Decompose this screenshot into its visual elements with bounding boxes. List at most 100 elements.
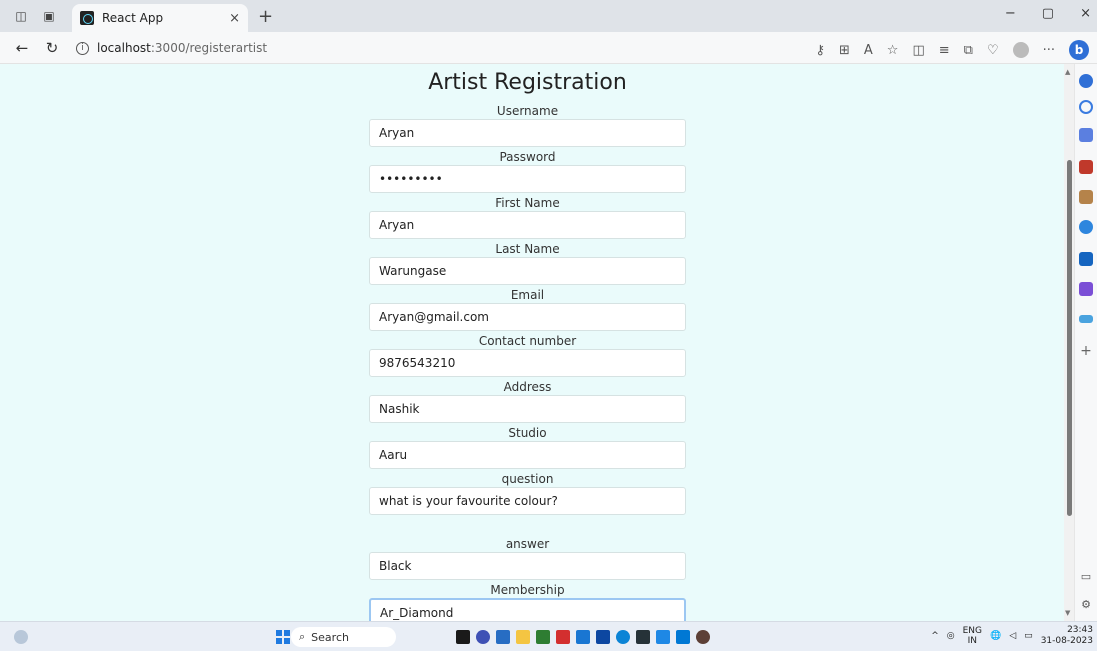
favorites-list-icon[interactable]: ≡ bbox=[939, 43, 950, 58]
drop-icon[interactable] bbox=[1079, 315, 1093, 323]
contact-number-label: Contact number bbox=[478, 334, 577, 348]
task-view-icon[interactable] bbox=[456, 630, 470, 644]
navigation-bar: ← ↻ i localhost:3000/registerartist ⚷ ⊞ … bbox=[0, 32, 1097, 64]
language-indicator[interactable]: ENG IN bbox=[963, 626, 982, 646]
title-bar: ◫ ▣ React App × + − ▢ × bbox=[0, 0, 1097, 32]
mcafee-icon[interactable] bbox=[556, 630, 570, 644]
react-favicon-icon bbox=[80, 11, 94, 25]
microsoft-365-icon[interactable] bbox=[1079, 220, 1093, 234]
notifications-icon[interactable] bbox=[1079, 74, 1093, 88]
app-dark-icon[interactable] bbox=[636, 630, 650, 644]
scrollbar-thumb[interactable] bbox=[1067, 160, 1072, 516]
search-icon[interactable] bbox=[1079, 100, 1093, 114]
address-label: Address bbox=[503, 380, 552, 394]
scroll-down-icon[interactable]: ▼ bbox=[1065, 609, 1070, 617]
minimize-button[interactable]: − bbox=[1005, 6, 1016, 21]
page-title: Artist Registration bbox=[428, 70, 627, 95]
question-label: question bbox=[501, 472, 554, 486]
answer-input[interactable]: Black bbox=[369, 552, 686, 580]
volume-icon[interactable]: ◁ bbox=[1009, 631, 1016, 641]
collections-icon[interactable]: ⧉ bbox=[964, 43, 973, 58]
page-scrollbar[interactable]: ▲ ▼ bbox=[1064, 64, 1074, 621]
contact-number-input[interactable]: 9876543210 bbox=[369, 349, 686, 377]
question-select[interactable]: what is your favourite colour? bbox=[369, 487, 686, 515]
tray-chevron-icon[interactable]: ^ bbox=[931, 631, 939, 641]
sidebar-layout-icon[interactable]: ▭ bbox=[1079, 570, 1093, 584]
toolbar-actions: ⚷ ⊞ A ☆ ◫ ≡ ⧉ ♡ ··· b bbox=[815, 40, 1089, 60]
battery-icon[interactable]: ▭ bbox=[1024, 631, 1033, 641]
app-grid-icon[interactable]: ⊞ bbox=[839, 43, 850, 58]
tab-react-app[interactable]: React App × bbox=[72, 4, 248, 32]
tab-close-button[interactable]: × bbox=[229, 11, 240, 26]
membership-label: Membership bbox=[490, 583, 565, 597]
more-menu-button[interactable]: ··· bbox=[1043, 43, 1055, 58]
studio-input[interactable]: Aaru bbox=[369, 441, 686, 469]
network-icon[interactable]: 🌐 bbox=[990, 631, 1001, 641]
first-name-label: First Name bbox=[495, 196, 560, 210]
split-screen-icon[interactable]: ◫ bbox=[912, 43, 924, 58]
shopping-icon[interactable] bbox=[1079, 160, 1093, 174]
close-window-button[interactable]: × bbox=[1080, 6, 1091, 21]
lang-top: ENG bbox=[962, 626, 983, 636]
vscode-icon[interactable] bbox=[676, 630, 690, 644]
scroll-up-icon[interactable]: ▲ bbox=[1065, 68, 1070, 76]
lang-bottom: IN bbox=[967, 636, 978, 646]
chat-icon[interactable] bbox=[476, 630, 490, 644]
favorite-star-icon[interactable]: ☆ bbox=[887, 43, 899, 58]
membership-input[interactable]: Ar_Diamond bbox=[369, 598, 686, 621]
username-label: Username bbox=[496, 104, 559, 118]
clock[interactable]: 23:43 31-08-2023 bbox=[1041, 625, 1093, 647]
refresh-icon[interactable]: ↻ bbox=[44, 39, 60, 57]
taskbar-search[interactable]: ⌕ Search bbox=[291, 627, 396, 647]
r-studio-icon[interactable] bbox=[496, 630, 510, 644]
address-bar[interactable]: i localhost:3000/registerartist bbox=[76, 36, 776, 60]
workspaces-icon[interactable]: ◫ bbox=[14, 9, 28, 23]
tray-app-icon[interactable]: ◎ bbox=[947, 631, 955, 641]
outlook-icon[interactable] bbox=[1079, 252, 1093, 266]
studio-label: Studio bbox=[508, 426, 547, 440]
clock-time: 23:43 bbox=[1067, 625, 1093, 635]
weather-icon[interactable] bbox=[14, 630, 28, 644]
password-key-icon[interactable]: ⚷ bbox=[815, 43, 825, 58]
app-brown-icon[interactable] bbox=[696, 630, 710, 644]
search-glass-icon: ⌕ bbox=[299, 630, 306, 643]
read-aloud-icon[interactable]: A bbox=[864, 43, 873, 58]
word-icon[interactable] bbox=[656, 630, 670, 644]
email-label: Email bbox=[510, 288, 545, 302]
tab-actions-icon[interactable]: ▣ bbox=[42, 9, 56, 23]
edge-icon[interactable] bbox=[616, 630, 630, 644]
system-tray: ^ ◎ ENG IN 🌐 ◁ ▭ 23:43 31-08-2023 bbox=[931, 625, 1093, 647]
password-input[interactable]: ••••••••• bbox=[369, 165, 686, 193]
app-blue-icon[interactable] bbox=[576, 630, 590, 644]
last-name-input[interactable]: Warungase bbox=[369, 257, 686, 285]
clock-date: 31-08-2023 bbox=[1040, 636, 1093, 646]
people-icon[interactable] bbox=[1079, 190, 1093, 204]
windows-start-icon[interactable] bbox=[276, 630, 290, 644]
designer-icon[interactable] bbox=[1079, 282, 1093, 296]
url-path: :3000/registerartist bbox=[150, 41, 268, 55]
tag-icon[interactable] bbox=[1079, 128, 1093, 142]
url-host: localhost bbox=[97, 41, 151, 55]
restore-button[interactable]: ▢ bbox=[1042, 6, 1054, 21]
edge-sidebar: + ▭ ⚙ bbox=[1074, 64, 1097, 621]
profile-avatar[interactable] bbox=[1012, 42, 1029, 58]
settings-gear-icon[interactable]: ⚙ bbox=[1079, 598, 1093, 612]
back-arrow-icon[interactable]: ← bbox=[14, 39, 30, 57]
store-icon[interactable] bbox=[596, 630, 610, 644]
taskbar-search-label: Search bbox=[311, 630, 349, 644]
file-explorer-icon[interactable] bbox=[516, 630, 530, 644]
username-input[interactable]: Aryan bbox=[369, 119, 686, 147]
tab-title: React App bbox=[102, 11, 164, 25]
email-input[interactable]: Aryan@gmail.com bbox=[369, 303, 686, 331]
bing-copilot-icon[interactable]: b bbox=[1069, 40, 1089, 60]
new-tab-button[interactable]: + bbox=[258, 6, 273, 27]
page-content: Artist Registration Username Aryan Passw… bbox=[0, 64, 1074, 621]
first-name-input[interactable]: Aryan bbox=[369, 211, 686, 239]
add-icon[interactable]: + bbox=[1079, 344, 1093, 358]
browser-essentials-icon[interactable]: ♡ bbox=[987, 43, 999, 58]
app-green-icon[interactable] bbox=[536, 630, 550, 644]
password-label: Password bbox=[499, 150, 556, 164]
answer-label: answer bbox=[505, 537, 550, 551]
site-info-icon[interactable]: i bbox=[76, 41, 89, 55]
address-input[interactable]: Nashik bbox=[369, 395, 686, 423]
